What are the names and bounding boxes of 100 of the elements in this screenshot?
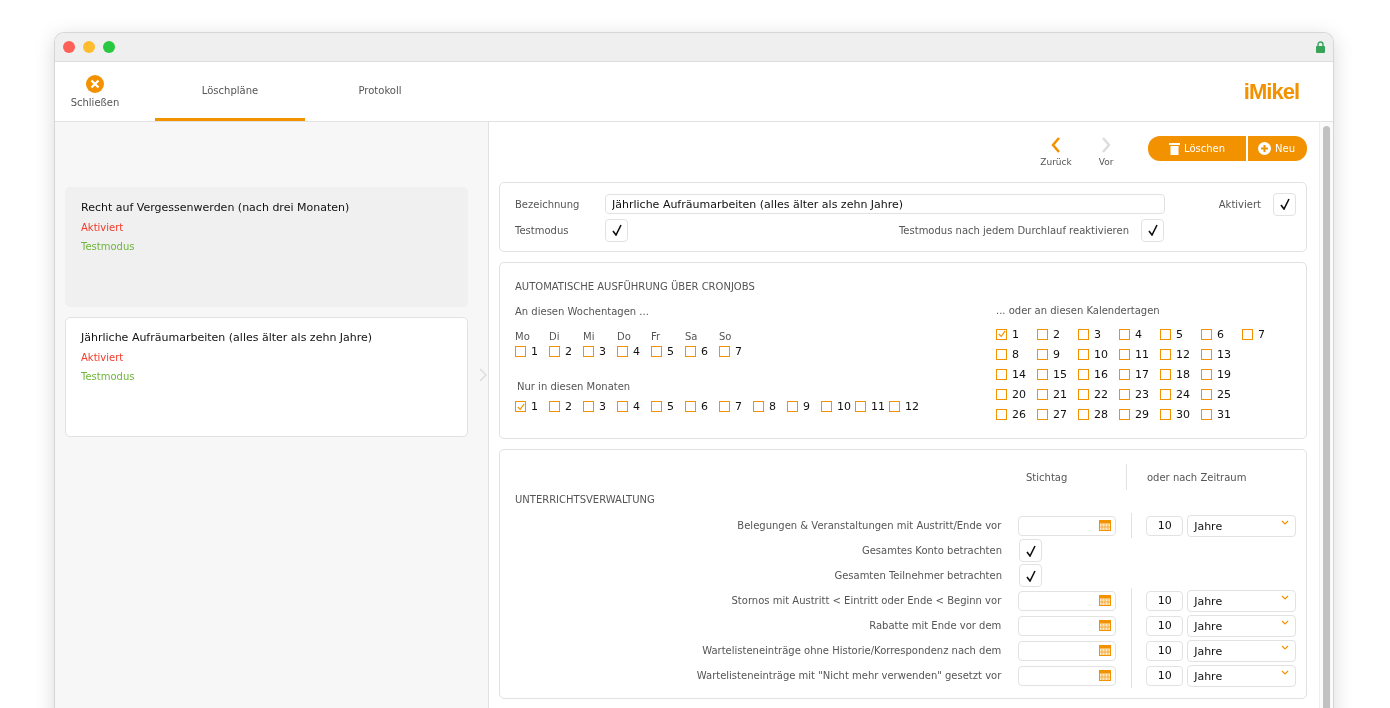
lock-icon [1316, 41, 1325, 53]
day-checkbox[interactable] [996, 348, 1007, 360]
weekday-checkbox[interactable]: 5 [651, 345, 685, 358]
checkbox[interactable] [685, 346, 696, 357]
check-icon [611, 224, 622, 236]
month-checkbox[interactable] [651, 401, 662, 412]
day-checkbox[interactable] [1119, 328, 1130, 340]
month-checkbox[interactable] [549, 401, 560, 412]
weekday-checkbox[interactable]: 1 [515, 345, 549, 358]
checkbox[interactable] [651, 346, 662, 357]
checkbox[interactable] [617, 346, 628, 357]
day-checkbox[interactable] [1078, 408, 1089, 420]
day-checkbox[interactable] [1119, 388, 1130, 400]
day-checkbox[interactable] [1037, 408, 1048, 420]
day-checkbox[interactable] [1160, 388, 1171, 400]
day-checkbox[interactable] [1160, 348, 1171, 360]
date-field[interactable] [1018, 515, 1117, 536]
month-checkbox[interactable] [787, 401, 798, 412]
day-checkbox[interactable] [1078, 348, 1089, 360]
plan-card[interactable]: Recht auf Vergessenwerden (nach drei Monaten) Aktiviert Testmodus [65, 187, 468, 307]
amount-field[interactable]: 10 [1146, 665, 1184, 686]
day-checkbox[interactable] [1119, 408, 1130, 420]
weekday-label: Di [549, 331, 561, 342]
weekday-checkbox[interactable]: 4 [617, 345, 651, 358]
test-mode-checkbox[interactable] [605, 218, 628, 242]
weekday-checkbox[interactable]: 6 [685, 345, 719, 358]
day-checkbox[interactable] [1201, 328, 1212, 340]
active-checkbox[interactable] [1273, 192, 1296, 216]
minimize-window-icon[interactable] [83, 41, 95, 53]
tab[interactable]: Protokoll [305, 62, 455, 121]
month-checkbox[interactable] [617, 401, 628, 412]
day-checkbox[interactable] [1160, 368, 1171, 380]
day-checkbox[interactable] [1037, 348, 1048, 360]
day-checkbox[interactable] [1078, 328, 1089, 340]
month-checkbox[interactable] [855, 401, 866, 412]
day-checkbox[interactable] [1078, 388, 1089, 400]
scrollbar-thumb[interactable] [1323, 126, 1330, 708]
date-field[interactable] [1018, 615, 1117, 636]
caret-icon [1281, 619, 1289, 625]
rule-label: Belegungen & Veranstaltungen mit Austritt/Ende vor [736, 520, 1003, 531]
day-checkbox[interactable] [996, 388, 1007, 400]
checkbox[interactable] [515, 346, 526, 357]
day-number: 13 [1217, 347, 1231, 361]
day-checkbox[interactable] [1037, 368, 1048, 380]
weekday-checkbox[interactable]: 3 [583, 345, 617, 358]
zoom-window-icon[interactable] [103, 41, 115, 53]
amount-field[interactable]: 10 [1146, 590, 1184, 611]
day-number: 11 [1135, 347, 1149, 361]
date-field[interactable] [1018, 665, 1117, 686]
day-checkbox[interactable] [1201, 348, 1212, 360]
unit-dropdown[interactable]: Jahre [1187, 614, 1296, 637]
rule-label: Wartelisteneinträge ohne Historie/Korrespondenz nach dem [701, 645, 1003, 656]
weekday-checkbox[interactable]: 2 [549, 345, 583, 358]
unit-dropdown[interactable]: Jahre [1187, 664, 1296, 687]
caret-icon [1281, 644, 1289, 650]
weekday-checkbox[interactable]: 7 [719, 345, 753, 358]
month-checkbox[interactable] [583, 401, 594, 412]
day-checkbox[interactable] [996, 408, 1007, 420]
day-checkbox[interactable] [1037, 328, 1048, 340]
date-field[interactable] [1018, 590, 1117, 611]
month-checkbox[interactable] [821, 401, 832, 412]
date-field[interactable] [1018, 640, 1117, 661]
day-checkbox[interactable] [1037, 388, 1048, 400]
day-checkbox[interactable] [1119, 368, 1130, 380]
month-checkbox[interactable] [753, 401, 764, 412]
month-checkbox[interactable] [515, 401, 526, 412]
back-button[interactable]: Zurück [1036, 136, 1076, 167]
amount-field[interactable]: 10 [1146, 515, 1184, 536]
rule-checkbox[interactable] [1019, 564, 1042, 587]
close-window-icon[interactable] [63, 41, 75, 53]
unit-dropdown[interactable]: Jahre [1187, 589, 1296, 612]
weekday-label: Mo [515, 331, 531, 342]
unit-dropdown[interactable]: Jahre [1187, 639, 1296, 662]
month-checkbox[interactable] [685, 401, 696, 412]
month-checkbox[interactable] [719, 401, 730, 412]
day-checkbox[interactable] [1242, 328, 1253, 340]
day-checkbox[interactable] [1119, 348, 1130, 360]
day-checkbox[interactable] [1201, 388, 1212, 400]
day-number: 8 [1012, 347, 1019, 361]
amount-field[interactable]: 10 [1146, 640, 1184, 661]
name-field[interactable]: Jährliche Aufräumarbeiten (alles älter als zehn Jahre) [605, 194, 1165, 214]
day-checkbox[interactable] [1201, 408, 1212, 420]
month-checkbox[interactable] [889, 401, 900, 412]
day-checkbox[interactable] [1160, 408, 1171, 420]
unit-dropdown[interactable]: Jahre [1187, 514, 1296, 537]
weekday-label: Do [617, 331, 632, 342]
month-number: 6 [701, 400, 708, 413]
trash-icon [1169, 142, 1180, 155]
day-checkbox[interactable] [996, 368, 1007, 380]
day-checkbox[interactable] [1160, 328, 1171, 340]
checkbox[interactable] [549, 346, 560, 357]
day-checkbox[interactable] [1078, 368, 1089, 380]
day-checkbox[interactable] [996, 328, 1007, 340]
rule-checkbox[interactable] [1019, 539, 1042, 562]
checkbox[interactable] [719, 346, 730, 357]
close-button[interactable]: Schließen [55, 62, 135, 121]
reactivate-checkbox[interactable] [1141, 218, 1164, 242]
day-checkbox[interactable] [1201, 368, 1212, 380]
amount-field[interactable]: 10 [1146, 615, 1184, 636]
checkbox[interactable] [583, 346, 594, 357]
